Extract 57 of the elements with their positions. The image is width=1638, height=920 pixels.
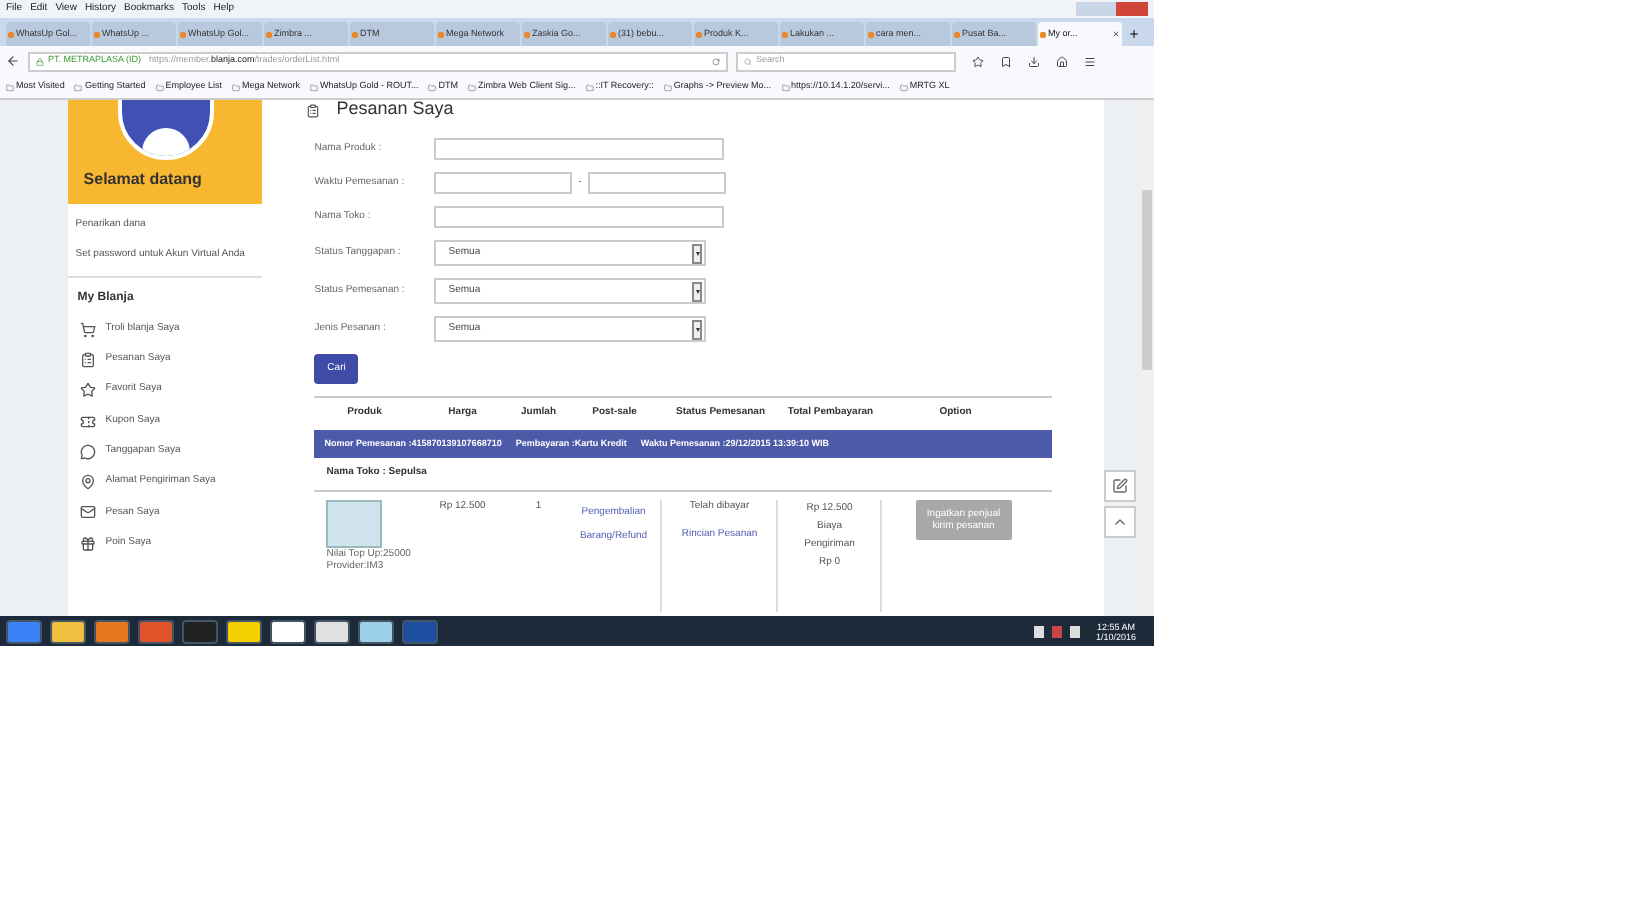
taskbar-app-icon[interactable] xyxy=(270,619,306,643)
tab-favicon-icon xyxy=(524,31,530,37)
folder-icon xyxy=(899,83,908,91)
tab-favicon-icon xyxy=(8,31,14,37)
sidebar-item-icon xyxy=(79,504,96,521)
reload-icon[interactable] xyxy=(712,57,720,65)
sidebar-item-icon xyxy=(79,351,96,368)
folder-icon xyxy=(468,83,477,91)
sidebar-item-icon xyxy=(79,321,96,338)
input-field[interactable] xyxy=(434,172,573,194)
tab-favicon-icon xyxy=(266,31,272,37)
folder-icon xyxy=(781,83,790,91)
scrollbar[interactable] xyxy=(1139,100,1154,616)
folder-icon xyxy=(231,83,240,91)
tab-favicon-icon xyxy=(180,31,186,37)
taskbar-app-icon[interactable] xyxy=(358,619,394,643)
folder-icon xyxy=(74,83,83,91)
bookmark-icon[interactable] xyxy=(1000,55,1012,67)
tab-favicon-icon xyxy=(696,31,702,37)
edit-icon[interactable] xyxy=(1103,470,1136,502)
folder-icon xyxy=(310,83,318,91)
lock-icon xyxy=(36,57,44,65)
back-icon[interactable] xyxy=(6,54,20,68)
tab-favicon-icon xyxy=(1040,31,1046,37)
download-icon[interactable] xyxy=(1028,55,1040,67)
folder-icon xyxy=(6,83,14,91)
folder-icon xyxy=(428,83,437,91)
list-icon xyxy=(306,103,321,117)
search-icon xyxy=(744,57,752,65)
folder-icon xyxy=(155,83,164,91)
tab-favicon-icon xyxy=(954,31,960,37)
sidebar-item-icon xyxy=(79,382,96,399)
new-tab-icon[interactable] xyxy=(1128,28,1140,40)
tab-favicon-icon xyxy=(438,31,444,37)
taskbar-app-icon[interactable] xyxy=(226,619,262,643)
tab-favicon-icon xyxy=(352,31,358,37)
tab-favicon-icon xyxy=(94,31,100,37)
tab-favicon-icon xyxy=(610,31,616,37)
folder-icon xyxy=(663,83,672,91)
input-field[interactable] xyxy=(434,206,725,228)
menu-icon[interactable] xyxy=(1084,55,1096,67)
sidebar-item-icon xyxy=(79,474,96,491)
welcome-title: Selamat datang xyxy=(83,168,202,192)
page-title: Pesanan Saya xyxy=(336,100,454,123)
star-icon[interactable] xyxy=(972,55,984,67)
folder-icon xyxy=(585,83,594,91)
sidebar-item-icon xyxy=(79,443,96,460)
tab-favicon-icon xyxy=(782,31,788,37)
input-field[interactable] xyxy=(434,138,725,160)
taskbar-app-icon[interactable] xyxy=(314,619,350,643)
home-icon[interactable] xyxy=(1056,55,1068,67)
input-field[interactable] xyxy=(587,172,726,194)
sidebar-item-icon xyxy=(79,535,96,552)
sidebar-item-icon xyxy=(79,413,96,430)
product-image xyxy=(326,500,383,548)
taskbar-app-icon[interactable] xyxy=(50,619,86,643)
tab-favicon-icon xyxy=(868,31,874,37)
